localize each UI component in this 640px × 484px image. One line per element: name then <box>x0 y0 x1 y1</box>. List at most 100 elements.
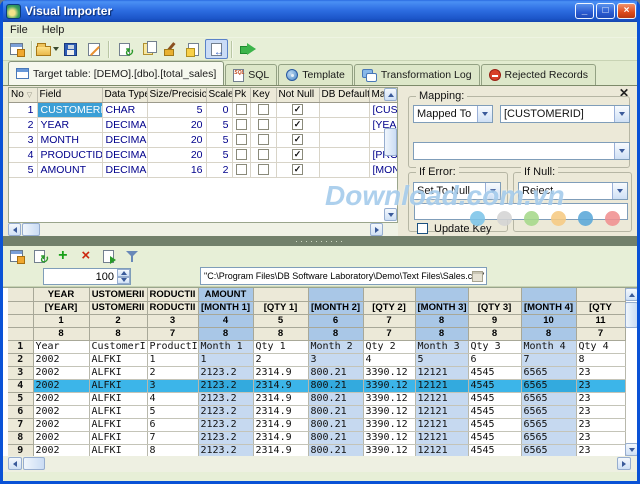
data-cell[interactable]: 2314.9 <box>253 444 308 456</box>
data-cell[interactable]: 4545 <box>468 405 521 418</box>
cell-data-type[interactable]: DECIMAL <box>102 132 147 147</box>
pk-checkbox[interactable] <box>236 119 247 130</box>
data-cell[interactable]: 2123.2 <box>198 418 253 431</box>
data-cell[interactable]: 3390.12 <box>363 444 415 456</box>
rows-spinner[interactable]: 100 <box>43 268 131 285</box>
refresh-button[interactable] <box>28 246 51 266</box>
data-cell[interactable]: Qty 3 <box>468 340 521 353</box>
key-checkbox[interactable] <box>258 119 269 130</box>
cell-db-default[interactable] <box>319 132 369 147</box>
spinner-up-icon[interactable] <box>117 269 130 277</box>
cell-scale[interactable]: 5 <box>206 147 232 162</box>
data-cell[interactable]: 6565 <box>521 431 576 444</box>
data-cell[interactable]: 6565 <box>521 366 576 379</box>
add-button[interactable]: + <box>51 246 74 266</box>
close-button[interactable]: × <box>617 3 636 19</box>
data-cell[interactable]: 4 <box>147 392 198 405</box>
cell-no[interactable]: 4 <box>9 147 37 162</box>
data-cell[interactable]: Year <box>33 340 89 353</box>
data-cell[interactable]: ALFKI <box>89 366 147 379</box>
data-grid-scroll-left[interactable] <box>8 457 22 470</box>
data-cell[interactable]: 3390.12 <box>363 392 415 405</box>
data-grid-scroll-right[interactable] <box>617 457 631 470</box>
row-number-cell[interactable]: 3 <box>8 366 33 379</box>
tab-rejected-records[interactable]: Rejected Records <box>481 64 596 85</box>
if-null-select[interactable]: Reject <box>518 182 628 200</box>
cell-pk[interactable] <box>232 117 250 132</box>
cell-size-precision[interactable]: 5 <box>147 102 206 117</box>
key-checkbox[interactable] <box>258 164 269 175</box>
cell-mapped[interactable]: [MONT <box>369 162 397 177</box>
data-cell[interactable]: 3390.12 <box>363 366 415 379</box>
data-cell[interactable]: CustomerI <box>89 340 147 353</box>
cell-data-type[interactable]: CHAR <box>102 102 147 117</box>
not-null-checkbox[interactable] <box>292 149 303 160</box>
not-null-checkbox[interactable] <box>292 104 303 115</box>
mapped-field-select[interactable]: [CUSTOMERID] <box>500 105 630 123</box>
cell-size-precision[interactable]: 16 <box>147 162 206 177</box>
data-cell[interactable]: ALFKI <box>89 392 147 405</box>
data-cell[interactable]: 8 <box>576 353 625 366</box>
pk-checkbox[interactable] <box>236 164 247 175</box>
data-cell[interactable]: 2314.9 <box>253 431 308 444</box>
cell-key[interactable] <box>250 162 276 177</box>
save-button[interactable] <box>59 39 82 59</box>
spinner-down-icon[interactable] <box>117 277 130 285</box>
data-cell[interactable]: 4545 <box>468 392 521 405</box>
data-cell[interactable]: 8 <box>147 444 198 456</box>
data-cell[interactable]: Month 3 <box>415 340 468 353</box>
field-grid-scroll-down[interactable] <box>384 208 397 221</box>
data-cell[interactable]: 800.21 <box>308 405 363 418</box>
tab-target-table[interactable]: Target table: [DEMO].[dbo].[total_sales] <box>8 61 224 85</box>
log-button[interactable] <box>97 246 120 266</box>
data-cell[interactable]: 12121 <box>415 444 468 456</box>
menu-help[interactable]: Help <box>35 23 72 37</box>
cell-size-precision[interactable]: 20 <box>147 147 206 162</box>
data-cell[interactable]: 4545 <box>468 379 521 392</box>
data-cell[interactable]: 12121 <box>415 366 468 379</box>
data-cell[interactable]: 800.21 <box>308 444 363 456</box>
cell-data-type[interactable]: DECIMAL <box>102 147 147 162</box>
field-grid-header-field[interactable]: Field <box>37 88 102 102</box>
refresh-button[interactable] <box>113 39 136 59</box>
data-cell[interactable]: 2123.2 <box>198 405 253 418</box>
tab-sql[interactable]: SQLSQL <box>225 64 277 85</box>
data-grid-vscroll-thumb[interactable] <box>625 302 637 328</box>
cell-no[interactable]: 3 <box>9 132 37 147</box>
data-cell[interactable]: 23 <box>576 444 625 456</box>
data-cell[interactable]: 1 <box>198 353 253 366</box>
data-cell[interactable]: 3 <box>308 353 363 366</box>
not-null-checkbox[interactable] <box>292 119 303 130</box>
cell-scale[interactable]: 2 <box>206 162 232 177</box>
menu-file[interactable]: File <box>3 23 35 37</box>
splitter-handle[interactable]: ·········· <box>3 236 637 246</box>
row-number-cell[interactable]: 9 <box>8 444 33 456</box>
cell-db-default[interactable] <box>319 117 369 132</box>
data-cell[interactable]: 2123.2 <box>198 392 253 405</box>
cell-scale[interactable]: 5 <box>206 132 232 147</box>
cell-pk[interactable] <box>232 147 250 162</box>
data-cell[interactable]: 6565 <box>521 392 576 405</box>
cell-key[interactable] <box>250 132 276 147</box>
cell-data-type[interactable]: DECIMAL <box>102 162 147 177</box>
field-grid-hscroll-thumb[interactable] <box>22 223 40 236</box>
data-cell[interactable]: 12121 <box>415 392 468 405</box>
mapped-to-select[interactable]: Mapped To <box>413 105 493 123</box>
data-cell[interactable]: Qty 4 <box>576 340 625 353</box>
data-cell[interactable]: 12121 <box>415 405 468 418</box>
data-cell[interactable]: 12121 <box>415 431 468 444</box>
open-button[interactable] <box>36 39 59 59</box>
data-cell[interactable]: 23 <box>576 366 625 379</box>
data-cell[interactable]: 2123.2 <box>198 431 253 444</box>
data-grid-scroll-down[interactable] <box>625 443 637 456</box>
field-grid-scroll-left[interactable] <box>8 223 21 236</box>
data-cell[interactable]: 3390.12 <box>363 405 415 418</box>
data-cell[interactable]: 2123.2 <box>198 366 253 379</box>
expression-select[interactable] <box>413 142 630 160</box>
data-cell[interactable]: 800.21 <box>308 366 363 379</box>
data-cell[interactable]: ALFKI <box>89 353 147 366</box>
data-cell[interactable]: 2123.2 <box>198 444 253 456</box>
data-cell[interactable]: 2002 <box>33 418 89 431</box>
data-cell[interactable]: 2002 <box>33 379 89 392</box>
dropdown-arrow-icon[interactable] <box>614 143 629 159</box>
